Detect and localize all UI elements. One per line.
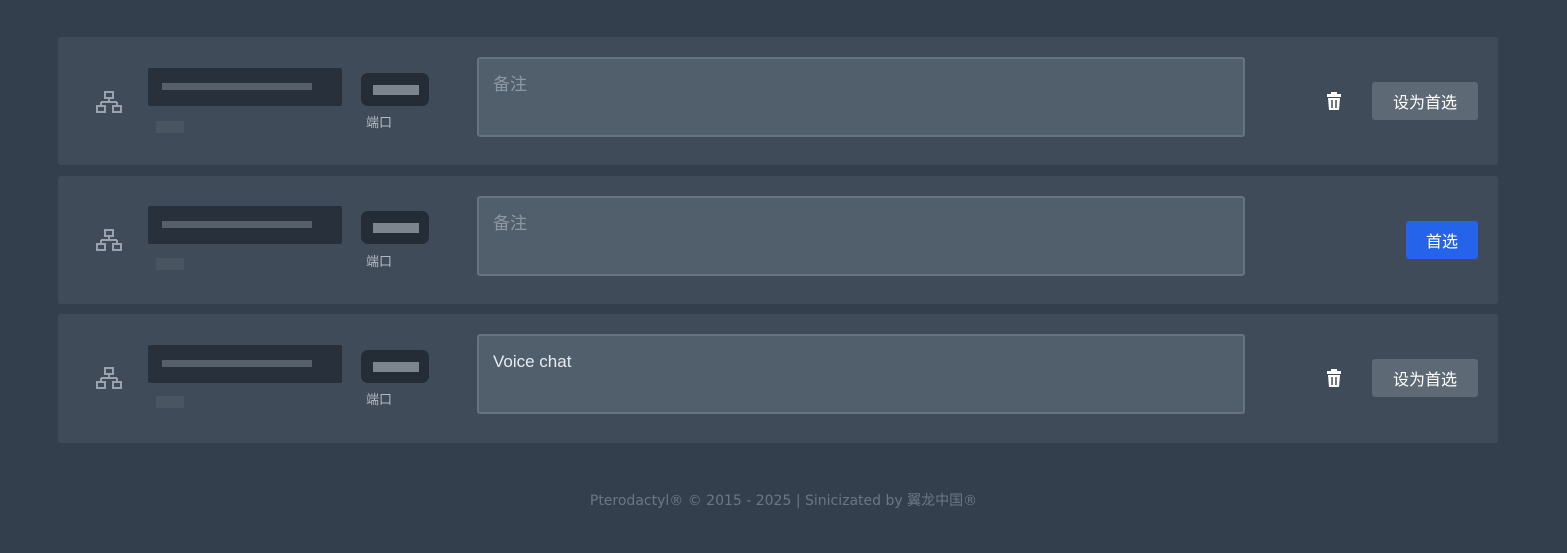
allocation-row: 端口 首选 — [58, 176, 1498, 304]
notes-input[interactable] — [477, 196, 1245, 276]
footer-copyright: Pterodactyl® © 2015 - 2025 | Sinicizated… — [589, 493, 978, 509]
port-redacted — [361, 350, 429, 383]
port-label: 端口 — [366, 255, 393, 270]
trash-icon[interactable] — [1324, 91, 1344, 111]
ip-address-redacted — [148, 345, 342, 383]
port-redacted — [361, 73, 429, 106]
notes-input[interactable]: Voice chat — [477, 334, 1245, 414]
notes-input[interactable] — [477, 57, 1245, 137]
network-icon — [96, 367, 122, 389]
port-label: 端口 — [366, 116, 393, 131]
ip-alias-redacted — [156, 121, 184, 133]
port-redacted — [361, 211, 429, 244]
ip-address-redacted — [148, 206, 342, 244]
network-icon — [96, 229, 122, 251]
primary-badge-button[interactable]: 首选 — [1406, 221, 1478, 259]
set-primary-button[interactable]: 设为首选 — [1372, 359, 1478, 397]
ip-alias-redacted — [156, 258, 184, 270]
trash-icon[interactable] — [1324, 368, 1344, 388]
ip-alias-redacted — [156, 396, 184, 408]
set-primary-button[interactable]: 设为首选 — [1372, 82, 1478, 120]
network-icon — [96, 91, 122, 113]
allocation-row: 端口 设为首选 — [58, 37, 1498, 165]
port-label: 端口 — [366, 393, 393, 408]
ip-address-redacted — [148, 68, 342, 106]
allocation-row: 端口 Voice chat 设为首选 — [58, 314, 1498, 443]
